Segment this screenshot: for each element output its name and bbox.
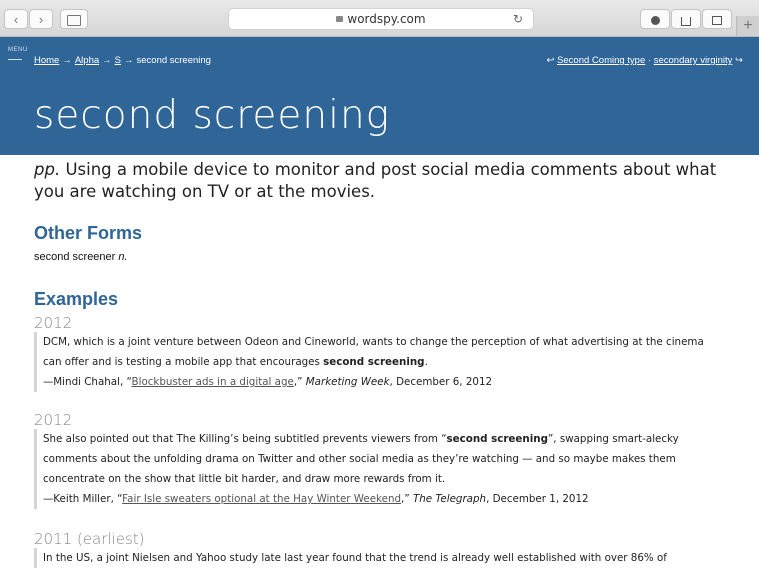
other-forms-list: second screener n. (34, 251, 128, 263)
download-icon (650, 16, 660, 25)
plus-icon: + (743, 17, 753, 34)
citation-date: , December 6, 2012 (389, 376, 493, 388)
tabs-button[interactable] (702, 9, 732, 29)
example-year: 2012 (34, 411, 73, 429)
definition-text: Using a mobile device to monitor and pos… (34, 160, 717, 201)
quote-text-end: . (424, 356, 428, 368)
tabs-icon (712, 16, 722, 25)
share-button[interactable] (671, 9, 701, 29)
chevron-left-icon: ‹ (13, 12, 19, 27)
new-tab-button[interactable]: + (736, 16, 759, 36)
separator-dot: · (647, 55, 652, 66)
example-quote: DCM, which is a joint venture between Od… (34, 332, 724, 392)
citation-author: —Mindi Chahal, “ (43, 376, 132, 388)
example-quote: In the US, a joint Nielsen and Yahoo stu… (34, 548, 734, 568)
citation-punct: ,” (401, 493, 413, 505)
breadcrumb-current: second screening (136, 55, 211, 66)
menu-underline (8, 59, 22, 60)
breadcrumb-s[interactable]: S (115, 55, 121, 66)
example-quote: She also pointed out that The Killing’s … (34, 429, 734, 509)
part-of-speech: pp. (34, 160, 61, 179)
citation-link[interactable]: Blockbuster ads in a digital age (132, 376, 294, 388)
quote-keyword: second screening (446, 433, 548, 445)
example-year: 2012 (34, 314, 73, 332)
sidebar-icon (67, 15, 81, 26)
definition: pp. Using a mobile device to monitor and… (34, 159, 734, 203)
arrow-right-icon: → (102, 55, 112, 66)
lock-icon (336, 16, 344, 22)
back-button[interactable]: ‹ (4, 9, 28, 29)
site-header: MENU Home → Alpha → S → second screening ↩ Sec… (0, 37, 759, 155)
return-right-icon: ↪ (735, 55, 743, 66)
adjacent-entries: ↩ Second Coming type · secondary virgini… (546, 55, 743, 66)
menu-button[interactable]: MENU (8, 47, 28, 53)
breadcrumb: Home → Alpha → S → second screening (34, 55, 211, 66)
other-forms-heading: Other Forms (34, 223, 143, 243)
citation-author: —Keith Miller, “ (43, 493, 123, 505)
page-title: second screening (34, 93, 391, 138)
entry-content: pp. Using a mobile device to monitor and… (34, 155, 734, 568)
examples-heading: Examples (34, 289, 119, 309)
quote-keyword: second screening (323, 356, 425, 368)
citation-source: The Telegraph (412, 493, 487, 505)
address-bar[interactable]: wordspy.com ↻ (228, 8, 534, 30)
example-item: 2011 (earliest) In the US, a joint Niels… (34, 530, 734, 568)
breadcrumb-home[interactable]: Home (34, 55, 59, 66)
citation-link[interactable]: Fair Isle sweaters optional at the Hay W… (122, 493, 401, 505)
citation-source: Marketing Week (305, 376, 390, 388)
other-form-text: second screener (34, 251, 119, 263)
quote-text: She also pointed out that The Killing’s … (43, 433, 447, 445)
prev-entry-link[interactable]: Second Coming type (557, 55, 645, 66)
return-left-icon: ↩ (546, 55, 555, 66)
example-year: 2011 (earliest) (34, 530, 145, 548)
next-entry-link[interactable]: secondary virginity (654, 55, 733, 66)
reload-icon[interactable]: ↻ (513, 9, 523, 29)
citation-date: , December 1, 2012 (486, 493, 589, 505)
breadcrumb-alpha[interactable]: Alpha (75, 55, 99, 66)
forward-button[interactable]: › (29, 9, 53, 29)
example-item: 2012 She also pointed out that The Killi… (34, 411, 734, 509)
example-item: 2012 DCM, which is a joint venture betwe… (34, 314, 724, 392)
citation-punct: ,” (293, 376, 306, 388)
url-text: wordspy.com (347, 12, 426, 26)
arrow-right-icon: → (62, 55, 72, 66)
quote-text: In the US, a joint Nielsen and Yahoo stu… (43, 552, 667, 564)
other-form-pos: n. (118, 251, 128, 263)
sidebar-button[interactable] (60, 9, 88, 29)
arrow-right-icon: → (124, 55, 134, 66)
download-button[interactable] (640, 9, 670, 29)
browser-toolbar: ‹ › wordspy.com ↻ + (0, 0, 759, 37)
share-icon (681, 17, 691, 26)
chevron-right-icon: › (38, 12, 44, 27)
